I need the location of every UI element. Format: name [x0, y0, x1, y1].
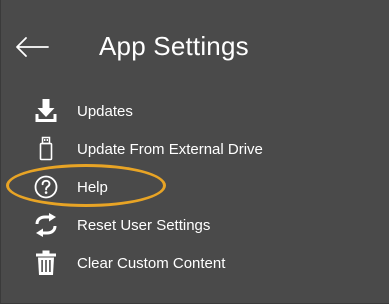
menu-item-label: Updates: [77, 102, 133, 120]
app-settings-panel: App Settings Updates Update From Externa…: [0, 0, 389, 304]
settings-menu: Updates Update From External Drive Help …: [28, 92, 368, 282]
page-title: App Settings: [99, 31, 249, 61]
header: App Settings: [1, 0, 389, 95]
menu-item-label: Reset User Settings: [77, 216, 211, 234]
refresh-arrows-icon: [33, 210, 59, 240]
download-icon: [33, 96, 59, 126]
menu-item-label: Help: [77, 178, 108, 196]
usb-drive-icon: [33, 134, 59, 164]
menu-item-clear-custom-content[interactable]: Clear Custom Content: [28, 244, 368, 282]
menu-item-update-external-drive[interactable]: Update From External Drive: [28, 130, 368, 168]
help-circle-icon: [33, 172, 59, 202]
trash-icon: [33, 248, 59, 278]
back-button[interactable]: [11, 28, 53, 66]
arrow-left-icon: [16, 37, 49, 57]
menu-item-help[interactable]: Help: [28, 168, 368, 206]
menu-item-label: Update From External Drive: [77, 140, 263, 158]
menu-item-label: Clear Custom Content: [77, 254, 226, 272]
menu-item-reset-user-settings[interactable]: Reset User Settings: [28, 206, 368, 244]
menu-item-updates[interactable]: Updates: [28, 92, 368, 130]
